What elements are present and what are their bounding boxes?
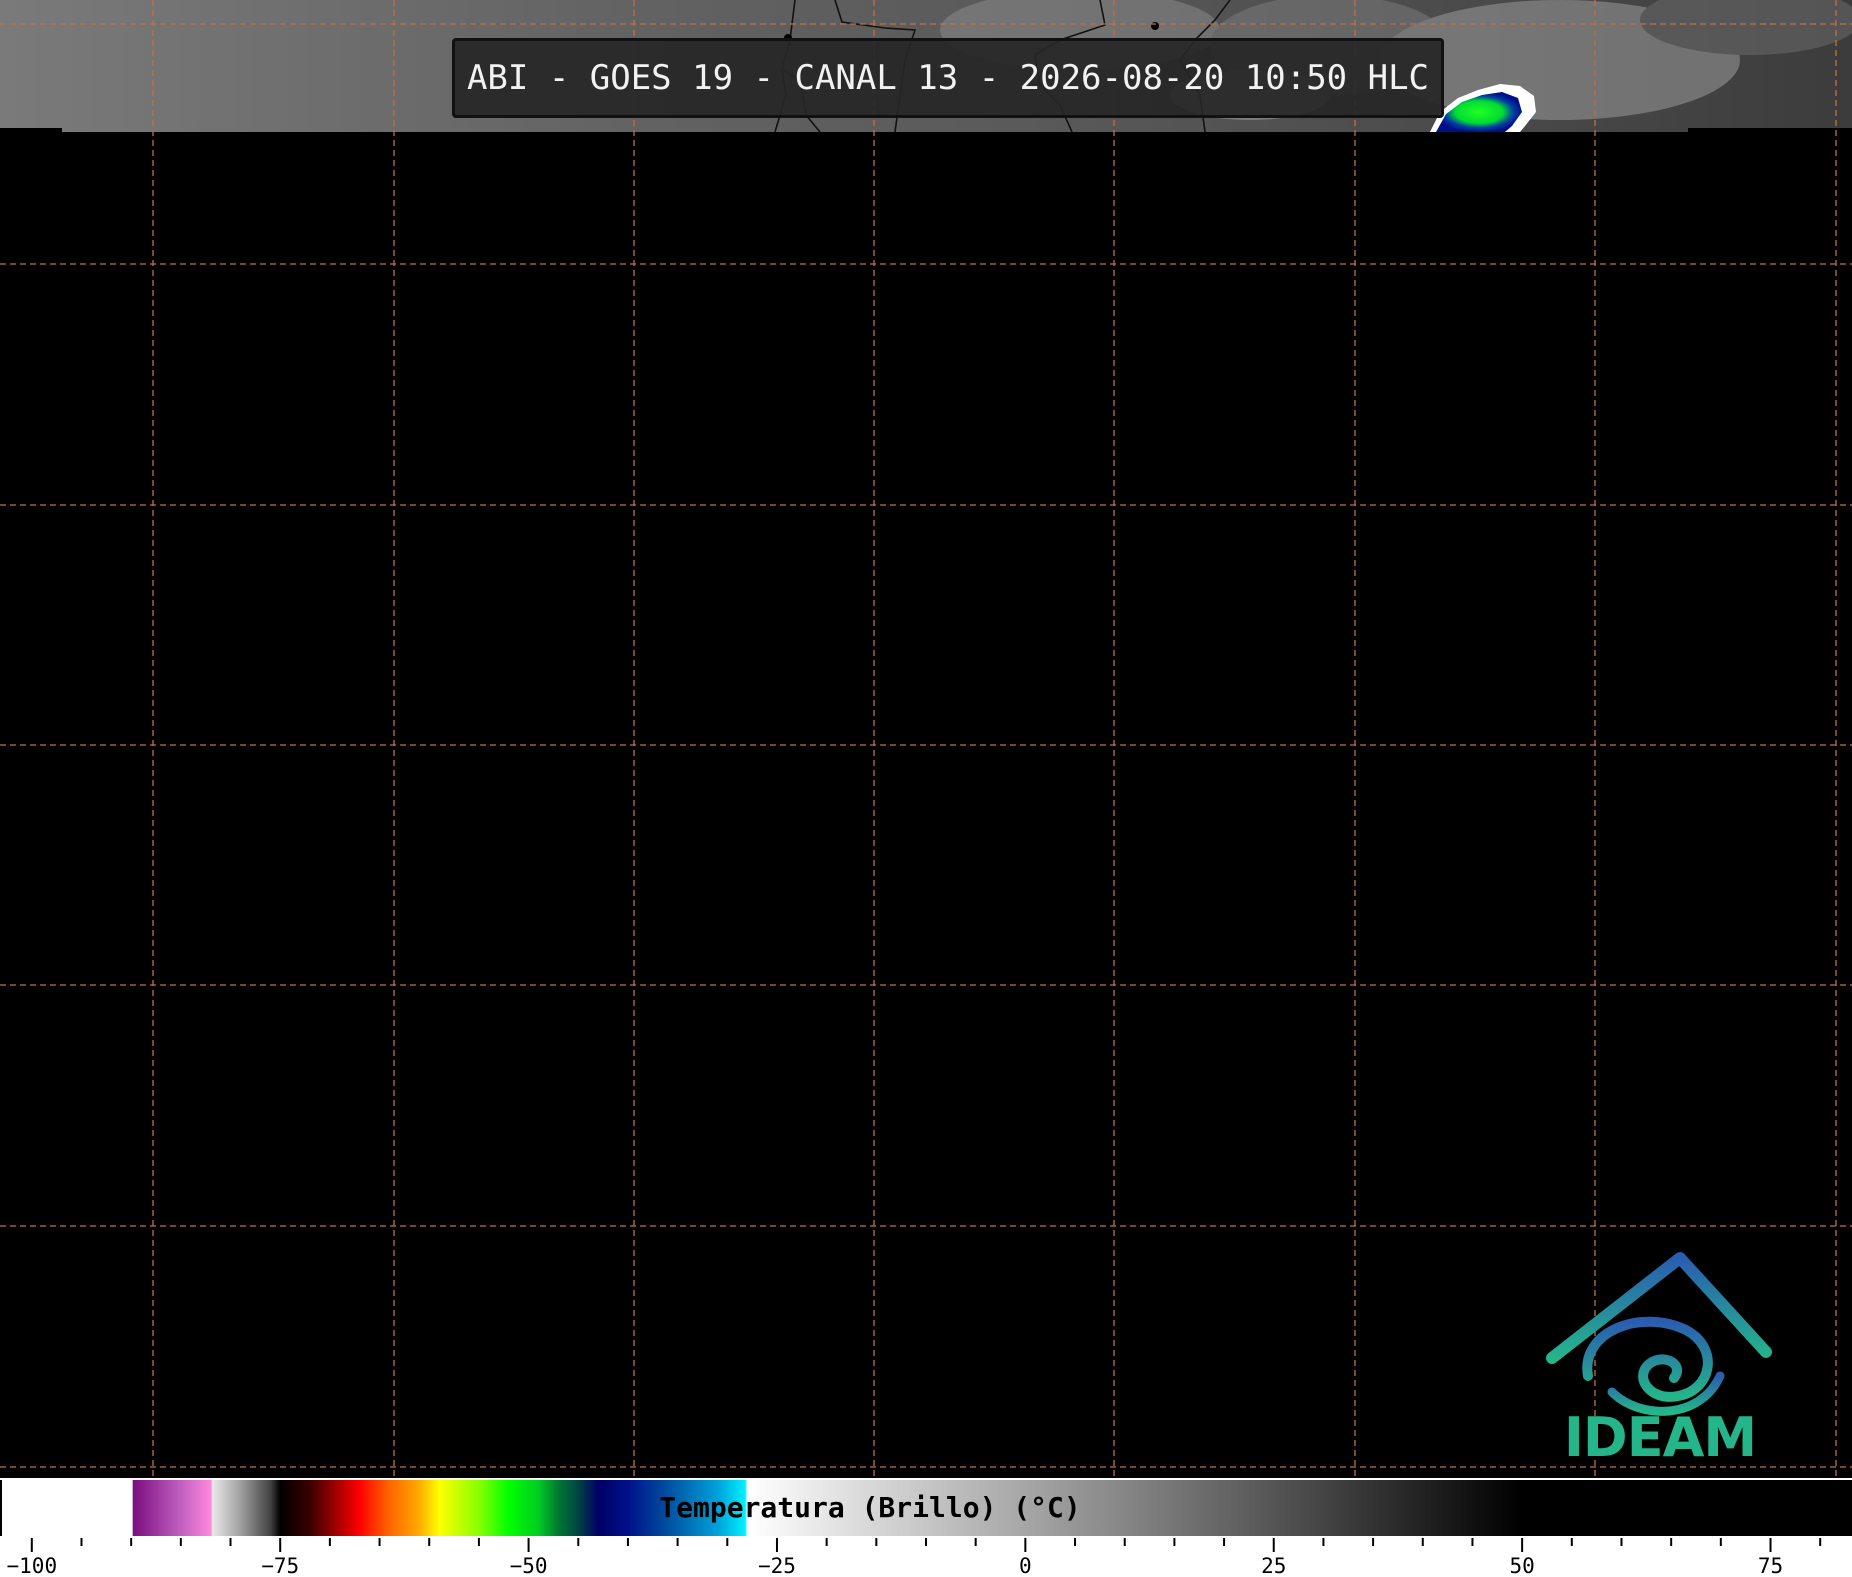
- tick-label: 75: [1758, 1554, 1783, 1577]
- tick-label: −75: [261, 1554, 299, 1577]
- tick-label: −25: [758, 1554, 796, 1577]
- satellite-map: −100 −75 −50 −25 0 25 50 75: [0, 0, 1852, 1577]
- no-data-area: [0, 132, 1852, 1477]
- tick-label: 0: [1019, 1554, 1032, 1577]
- map-title: ABI - GOES 19 - CANAL 13 - 2026-08-20 10…: [452, 38, 1444, 118]
- island-marker: [1151, 22, 1159, 30]
- tick-label: 25: [1261, 1554, 1286, 1577]
- no-data-notch: [1688, 128, 1852, 134]
- colorbar-label: Temperatura (Brillo) (°C): [659, 1491, 1081, 1524]
- no-data-notch: [0, 128, 62, 134]
- ideam-logo-text: IDEAM: [1563, 1406, 1757, 1469]
- tick-label: −50: [510, 1554, 548, 1577]
- tick-label: 50: [1509, 1554, 1534, 1577]
- tick-label: −100: [7, 1554, 58, 1577]
